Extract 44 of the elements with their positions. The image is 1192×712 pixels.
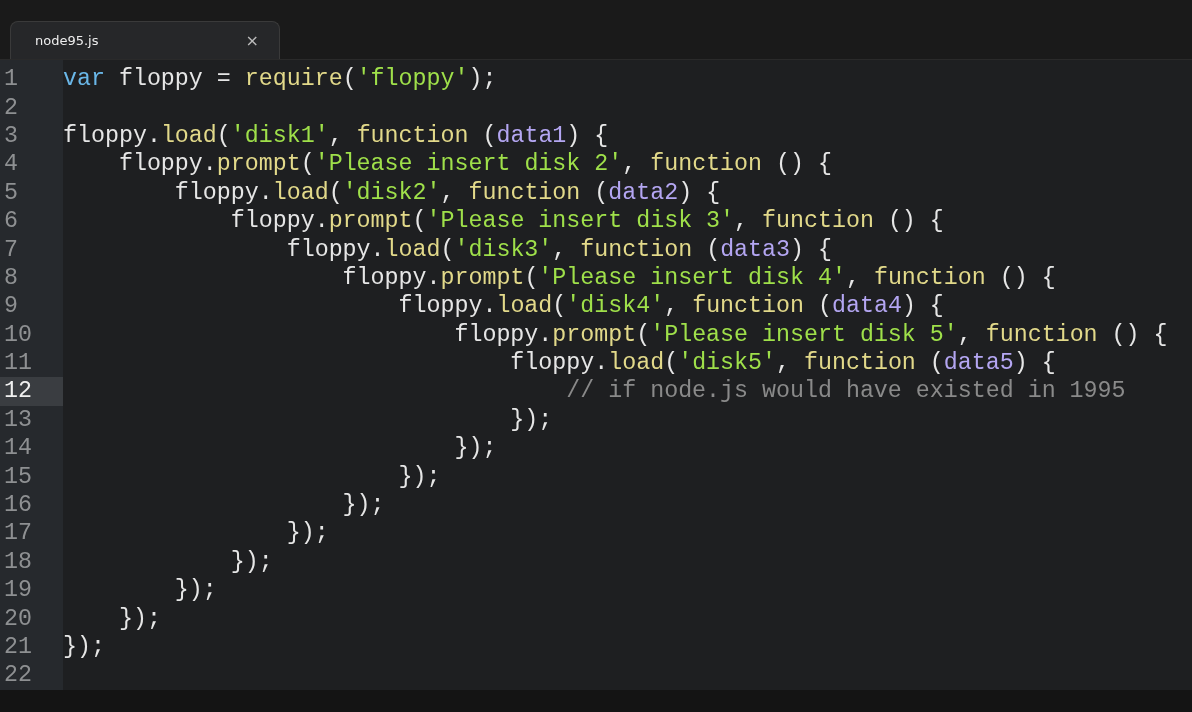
line-number: 8 (3, 263, 19, 293)
code-line: floppy.prompt('Please insert disk 5', function () { (453, 321, 1168, 348)
code-line: floppy.load('disk3', function (data3) { (285, 236, 832, 263)
line-number: 22 (3, 661, 33, 690)
line-number: 4 (3, 150, 19, 179)
line-number: 5 (3, 178, 19, 207)
code-line: floppy.load('disk4', function (data4) { (397, 293, 944, 320)
code-comment: // if node.js would have existed in 1995 (565, 378, 1126, 405)
line-number: 7 (3, 235, 19, 264)
line-number: 10 (3, 320, 33, 349)
line-number: 12 (0, 377, 63, 406)
code-line: }); (285, 520, 329, 547)
code-line: }); (229, 548, 273, 575)
line-number: 19 (3, 576, 33, 605)
line-number: 13 (3, 405, 33, 435)
code-line: floppy.prompt('Please insert disk 2', function () { (117, 151, 832, 178)
line-number: 2 (3, 93, 19, 122)
code-line: }); (173, 577, 217, 604)
code-line: floppy.load('disk5', function (data5) { (509, 350, 1056, 377)
line-number: 21 (3, 633, 33, 662)
code-line: }); (63, 634, 105, 660)
code-line: }); (509, 406, 553, 433)
line-number: 14 (3, 434, 33, 463)
line-number: 1 (3, 65, 19, 94)
line-number: 15 (3, 462, 33, 491)
code-line: }); (341, 492, 385, 519)
code-line: floppy.load('disk2', function (data2) { (173, 179, 721, 206)
line-number: 17 (3, 519, 33, 548)
close-tab-button[interactable]: × (245, 31, 259, 50)
line-number: 20 (3, 604, 33, 633)
code-line: }); (397, 463, 441, 490)
code-line: }); (453, 435, 497, 462)
code-line: }); (117, 605, 161, 632)
line-number: 6 (3, 207, 19, 236)
code-line: floppy.prompt('Please insert disk 3', function () { (229, 208, 944, 235)
code-line: var floppy = require('floppy'); (63, 66, 497, 93)
line-number: 16 (3, 491, 33, 520)
line-number: 3 (3, 121, 19, 151)
code-line: floppy.load('disk1', function (data1) { (63, 122, 609, 149)
code-line: floppy.prompt('Please insert disk 4', function () { (341, 264, 1056, 291)
file-tab[interactable]: node95.js × (10, 21, 280, 59)
line-number: 11 (3, 349, 33, 378)
line-number: 18 (3, 547, 33, 577)
line-number: 9 (3, 292, 19, 321)
